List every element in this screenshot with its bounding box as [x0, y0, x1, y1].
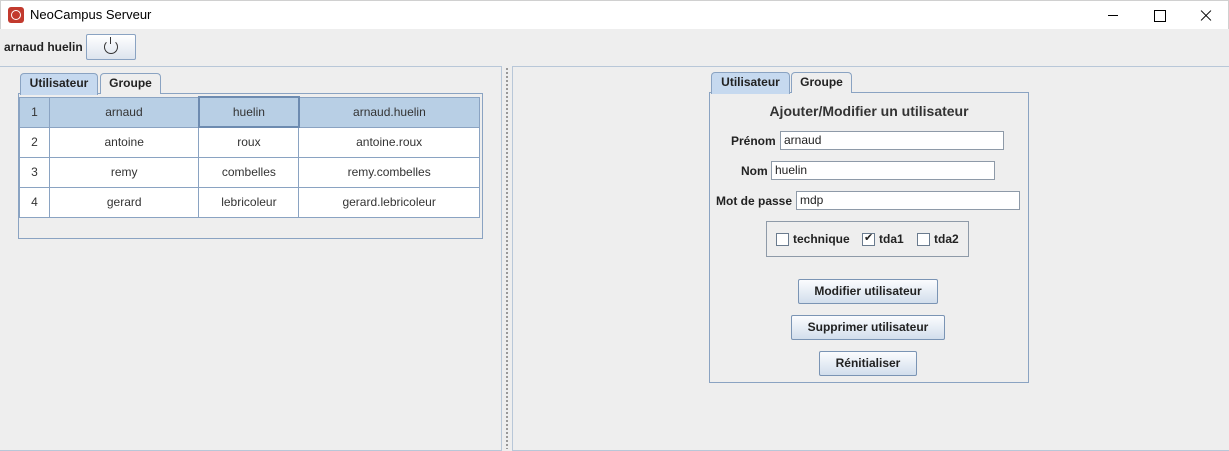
window-title: NeoCampus Serveur: [30, 7, 152, 22]
password-label: Mot de passe: [716, 194, 793, 208]
password-field[interactable]: mdp: [796, 191, 1020, 210]
maximize-icon[interactable]: [1136, 1, 1182, 30]
row-prenom[interactable]: antoine: [48, 126, 200, 158]
row-id[interactable]: 1: [19, 96, 50, 128]
close-icon[interactable]: [1182, 1, 1228, 30]
row-prenom[interactable]: gerard: [48, 186, 200, 218]
delete-user-button[interactable]: Supprimer utilisateur: [791, 315, 945, 340]
nom-field[interactable]: huelin: [771, 161, 995, 180]
tda1-checkbox[interactable]: [862, 231, 875, 246]
title-bar: NeoCampus Serveur: [0, 0, 1229, 29]
reset-button[interactable]: Rénitialiser: [819, 351, 917, 376]
tab-utilisateur-left[interactable]: Utilisateur: [20, 73, 98, 95]
tab-groupe-left[interactable]: Groupe: [100, 73, 161, 94]
nom-label: Nom: [741, 164, 768, 178]
table-row[interactable]: 4 gerard lebricoleur gerard.lebricoleur: [19, 186, 480, 218]
row-id[interactable]: 4: [19, 186, 50, 218]
table-row[interactable]: 1 arnaud huelin arnaud.huelin: [19, 96, 480, 128]
row-nom[interactable]: combelles: [198, 156, 300, 188]
tab-groupe-right[interactable]: Groupe: [791, 72, 852, 93]
prenom-label: Prénom: [731, 134, 776, 148]
current-user-label: arnaud huelin: [4, 40, 83, 54]
users-table: 1 arnaud huelin arnaud.huelin 2 antoine …: [19, 96, 480, 218]
prenom-field[interactable]: arnaud: [780, 131, 1004, 150]
tab-utilisateur-right[interactable]: Utilisateur: [711, 72, 790, 94]
form-title: Ajouter/Modifier un utilisateur: [769, 103, 969, 119]
row-login[interactable]: antoine.roux: [298, 126, 480, 158]
logout-button[interactable]: [86, 34, 136, 60]
table-row[interactable]: 2 antoine roux antoine.roux: [19, 126, 480, 158]
minimize-icon[interactable]: [1090, 1, 1136, 30]
row-login[interactable]: arnaud.huelin: [298, 96, 480, 128]
technique-label[interactable]: technique: [793, 232, 850, 246]
row-id[interactable]: 3: [19, 156, 50, 188]
row-prenom[interactable]: remy: [48, 156, 200, 188]
row-nom[interactable]: huelin: [197, 96, 300, 128]
power-icon: [104, 37, 118, 54]
row-prenom[interactable]: arnaud: [48, 96, 200, 128]
app-logo-icon: [8, 7, 24, 23]
split-pane-divider[interactable]: [503, 66, 511, 451]
row-nom[interactable]: roux: [198, 126, 300, 158]
table-row[interactable]: 3 remy combelles remy.combelles: [19, 156, 480, 188]
row-id[interactable]: 2: [19, 126, 50, 158]
row-login[interactable]: remy.combelles: [298, 156, 480, 188]
row-nom[interactable]: lebricoleur: [198, 186, 300, 218]
tda1-label[interactable]: tda1: [879, 232, 904, 246]
row-login[interactable]: gerard.lebricoleur: [298, 186, 480, 218]
technique-checkbox[interactable]: [776, 233, 789, 246]
modify-user-button[interactable]: Modifier utilisateur: [798, 279, 938, 304]
tda2-label[interactable]: tda2: [934, 232, 959, 246]
tda2-checkbox[interactable]: [917, 233, 930, 246]
